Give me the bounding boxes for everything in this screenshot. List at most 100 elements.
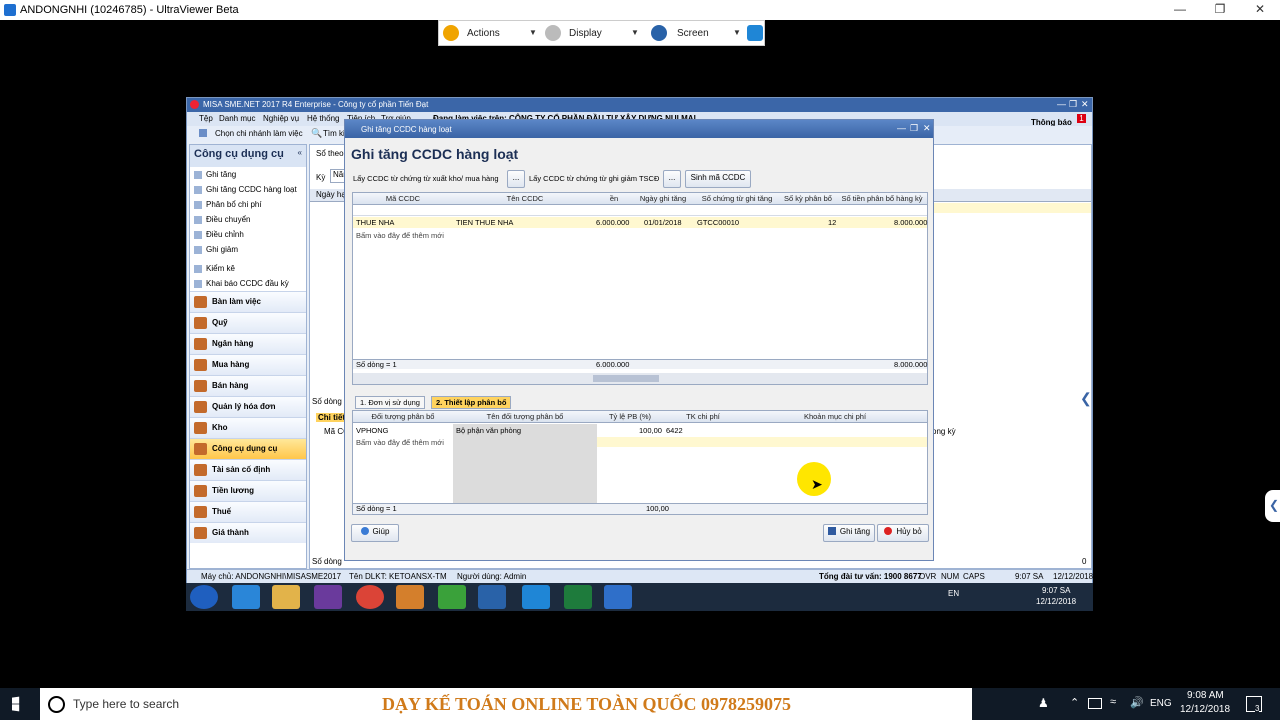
input-language[interactable]: ENG [1150,698,1172,709]
folder-icon[interactable] [272,585,300,609]
nav-khai-bao-dau-ky[interactable]: Khai báo CCDC đầu kỳ [190,276,306,291]
browse-ghi-giam-button[interactable]: ... [663,170,681,188]
col-khoan-muc[interactable]: Khoản mục chi phí [743,412,927,422]
module-quan-ly-hoa-don[interactable]: Quản lý hóa đơn [190,396,306,417]
generate-code-button[interactable]: Sinh mã CCDC [685,170,751,188]
minimize-icon[interactable]: — [897,123,906,133]
tab-don-vi-su-dung[interactable]: 1. Đơn vị sử dụng [355,396,425,409]
nav-dieu-chuyen[interactable]: Điều chuyển [190,212,306,227]
chevron-down-icon[interactable]: ▼ [529,28,537,37]
visual-studio-icon[interactable] [314,585,342,609]
minimize-icon[interactable]: — [1165,2,1195,16]
col-so-chung-tu[interactable]: Số chứng từ ghi tăng [695,194,779,204]
table-row[interactable]: THUE NHA TIEN THUE NHA 6.000.000 01/01/2… [353,217,927,228]
table-row[interactable]: VPHONG Bộ phận văn phòng 100,00 6422 [353,425,927,436]
chrome-icon[interactable] [356,585,384,609]
clock-date[interactable]: 12/12/2018 [1180,704,1230,715]
module-gia-thanh[interactable]: Giá thành [190,522,306,543]
module-kho[interactable]: Kho [190,417,306,438]
collapse-icon[interactable]: « [298,148,302,157]
maximize-icon[interactable]: ❐ [1069,99,1077,110]
menu-danh-muc[interactable]: Danh mục [219,114,255,123]
start-icon[interactable] [190,585,218,609]
display-menu[interactable]: Display [569,28,602,39]
clock-time[interactable]: 9:08 AM [1187,690,1224,701]
tray-language[interactable]: EN [948,589,959,598]
col-so-ky-phan-bo[interactable]: Số kỳ phân bổ [779,194,837,204]
gear-icon[interactable]: ⚙ [1190,149,1199,160]
nav-phan-bo-chi-phi[interactable]: Phân bổ chi phí [190,197,306,212]
menu-nghiep-vu[interactable]: Nghiệp vụ [263,114,299,123]
chevron-down-icon[interactable]: ▼ [631,28,639,37]
search-box[interactable]: Type here to search [40,688,312,720]
close-icon[interactable]: ✕ [1245,2,1275,16]
col-ten-doi-tuong[interactable]: Tên đối tượng phân bổ [453,412,597,422]
excel-icon[interactable] [564,585,592,609]
col-ten-ccdc[interactable]: Tên CCDC [453,194,597,204]
ultraviewer-app-icon[interactable] [478,585,506,609]
menu-tep[interactable]: Tệp [199,114,213,123]
add-new-row-hint[interactable]: Bấm vào đây để thêm mới [356,438,444,448]
windows-start-icon[interactable] [12,696,20,712]
module-tai-san-co-dinh[interactable]: Tài sản cố định [190,459,306,480]
ccdc-filter-row[interactable] [353,206,927,216]
wifi-icon[interactable]: ≈ [1110,696,1116,708]
link-from-ghi-giam[interactable]: Lấy CCDC từ chứng từ ghi giảm TSCĐ [529,174,659,183]
col-tk-chi-phi[interactable]: TK chi phí [663,412,743,422]
viewer-side-handle[interactable]: ❮ [1265,490,1280,522]
link-from-xuat-kho[interactable]: Lấy CCDC từ chứng từ xuất kho/ mua hàng [353,174,499,183]
action-center-icon[interactable] [1246,696,1262,712]
misa-app-icon[interactable] [438,585,466,609]
module-mua-hang[interactable]: Mua hàng [190,354,306,375]
module-ban-lam-viec[interactable]: Bàn làm việc [190,291,306,312]
scrollbar-thumb[interactable] [593,375,659,382]
people-icon[interactable]: ♟ [1038,696,1049,710]
module-thue[interactable]: Thuế [190,501,306,522]
save-button[interactable]: Ghi tăng [823,524,875,542]
col-ma-ccdc[interactable]: Mã CCDC [353,194,453,204]
module-ban-hang[interactable]: Bán hàng [190,375,306,396]
col-doi-tuong[interactable]: Đối tượng phân bổ [353,412,453,422]
nav-kiem-ke[interactable]: Kiểm kê [190,261,306,276]
screen-menu[interactable]: Screen [677,28,709,39]
col-ty-le[interactable]: Tỷ lệ PB (%) [597,412,663,422]
minimize-icon[interactable]: — [1057,99,1066,109]
help-button[interactable]: Giúp [351,524,399,542]
detail-tab[interactable]: Chi tiết [316,413,348,422]
maximize-icon[interactable]: ❐ [910,123,918,134]
chat-icon[interactable] [747,25,763,41]
horizontal-scrollbar[interactable] [353,373,927,384]
nav-dieu-chinh[interactable]: Điều chỉnh [190,227,306,242]
actions-menu[interactable]: Actions [467,28,500,39]
menu-he-thong[interactable]: Hệ thống [307,114,339,123]
maximize-icon[interactable]: ❐ [1205,2,1235,16]
tab-thiet-lap-phan-bo[interactable]: 2. Thiết lập phân bổ [431,396,512,409]
col-so-tien[interactable]: ền [597,194,631,204]
zalo-icon[interactable] [522,585,550,609]
windows-taskbar: Type here to search DẠY KẾ TOÁN ONLINE T… [0,688,1280,720]
volume-icon[interactable]: 🔊 [1130,696,1144,709]
choose-branch-button[interactable]: Chọn chi nhánh làm việc [215,129,303,138]
module-ngan-hang[interactable]: Ngân hàng [190,333,306,354]
close-icon[interactable]: ✕ [923,123,931,134]
browse-xuat-kho-button[interactable]: ... [507,170,525,188]
nav-ghi-tang-hang-loat[interactable]: Ghi tăng CCDC hàng loạt [190,182,306,197]
module-cong-cu-dung-cu[interactable]: Công cụ dụng cụ [190,438,306,459]
add-new-row-hint[interactable]: Bấm vào đây để thêm mới [356,231,444,241]
battery-icon[interactable] [1088,698,1102,709]
close-icon[interactable]: ✕ [1081,99,1089,110]
cancel-button[interactable]: Hủy bỏ [877,524,929,542]
module-tien-luong[interactable]: Tiền lương [190,480,306,501]
chevron-left-icon[interactable]: ❮ [1080,390,1092,407]
nav-ghi-tang[interactable]: Ghi tăng [190,167,306,182]
col-ngay-ghi-tang[interactable]: Ngày ghi tăng [631,194,695,204]
chevron-down-icon[interactable]: ▼ [733,28,741,37]
ie-icon[interactable] [232,585,260,609]
chevron-left-icon[interactable]: ❮ [1269,498,1279,512]
chevron-up-icon[interactable]: ⌃ [1070,696,1079,709]
media-icon[interactable] [396,585,424,609]
remote-app-icon[interactable] [604,585,632,609]
nav-ghi-giam[interactable]: Ghi giảm [190,242,306,257]
col-so-tien-phan-bo[interactable]: Số tiền phân bổ hàng kỳ [837,194,927,204]
module-quy[interactable]: Quỹ [190,312,306,333]
